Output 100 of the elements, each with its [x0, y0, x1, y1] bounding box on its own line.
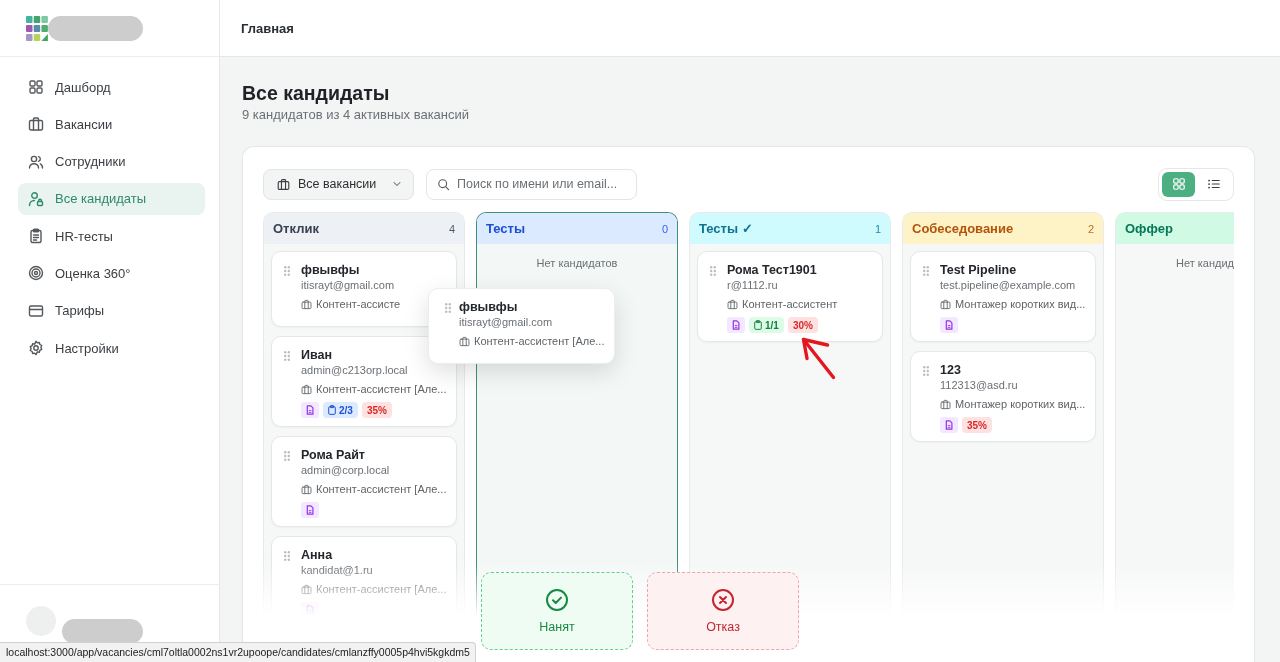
- vacancy-filter-dropdown[interactable]: Все вакансии: [263, 168, 414, 200]
- score-badge: 35%: [962, 417, 992, 433]
- candidate-name: Рома Тест1901: [727, 262, 818, 278]
- candidate-name: Анна: [301, 547, 334, 563]
- dashboard-icon: [28, 79, 44, 95]
- candidate-card[interactable]: Test Pipeline test.pipeline@example.com Монтажер коротких вид...: [910, 251, 1096, 342]
- search-icon: [437, 177, 450, 191]
- check-circle-icon: [545, 587, 569, 612]
- column-title: Тесты: [486, 221, 526, 236]
- column-count: 0: [661, 222, 668, 235]
- page-subtitle: 9 кандидатов из 4 активных вакансий: [242, 107, 471, 123]
- logo-icon: [26, 15, 48, 41]
- column-title: Собеседование: [912, 221, 1014, 236]
- briefcase-icon: [727, 298, 738, 310]
- column-title: Тесты ✓: [699, 221, 753, 236]
- vacancy-name: Монтажер коротких вид...: [955, 297, 1086, 311]
- drag-handle-icon: [284, 351, 290, 361]
- sidebar-item[interactable]: HR-тесты: [18, 220, 205, 253]
- empty-column-text: Нет кандидатов: [535, 256, 619, 270]
- candidate-name: 123: [940, 362, 962, 378]
- drop-zone-label: Нанят: [539, 619, 575, 635]
- document-icon: [940, 417, 958, 433]
- column-title: Отклик: [273, 221, 319, 236]
- briefcase-icon: [459, 335, 470, 347]
- drag-handle-icon: [284, 451, 290, 461]
- clipboard-icon: [328, 405, 336, 415]
- sidebar-item[interactable]: Дашборд: [18, 71, 205, 103]
- briefcase-icon: [28, 116, 44, 133]
- candidate-name: фвывфы: [459, 299, 519, 315]
- status-bar-url: localhost:3000/app/vacancies/cml7oltla0002ns1vr2upoope/candidates/cmlanzffy0005p4hvi5kgkdm5: [0, 642, 476, 662]
- candidate-email: itisrayt@gmail.com: [301, 278, 396, 292]
- vacancy-name: Контент-ассистент [Але...: [474, 334, 605, 348]
- briefcase-icon: [940, 298, 951, 310]
- user-icon: [28, 190, 44, 207]
- credit-card-icon: [28, 302, 44, 319]
- candidate-card[interactable]: 123 112313@asd.ru Монтажер коротких вид... 35%: [910, 351, 1096, 442]
- annotation-arrow: [801, 337, 836, 380]
- candidate-card[interactable]: Рома Райт admin@corp.local Контент-ассистент [Але...: [271, 436, 457, 527]
- users-icon: [28, 153, 44, 170]
- tests-count: 2/3: [339, 404, 353, 416]
- sidebar-item[interactable]: Все кандидаты: [18, 182, 205, 215]
- page-title: Все кандидаты: [242, 81, 391, 105]
- breadcrumb: Главная: [241, 20, 294, 36]
- score-badge: 35%: [361, 402, 392, 418]
- document-icon: [301, 502, 319, 518]
- candidate-card[interactable]: фвывфы itisrayt@gmail.com Контент-ассисте: [271, 251, 457, 327]
- grid-icon: [1171, 177, 1186, 191]
- clipboard-icon: [754, 320, 762, 330]
- drag-handle-icon: [284, 266, 290, 276]
- briefcase-icon: [277, 177, 290, 191]
- search-field[interactable]: Поиск по имени или email...: [426, 168, 637, 200]
- sidebar-item[interactable]: Вакансии: [18, 108, 205, 141]
- column-count: 4: [448, 222, 455, 235]
- hired-drop-zone[interactable]: Нанят: [481, 572, 633, 650]
- candidate-email: admin@c213orp.local: [301, 363, 409, 377]
- sidebar-item[interactable]: Сотрудники: [18, 145, 205, 178]
- score-badge: 30%: [787, 317, 818, 333]
- vacancy-name: Контент-ассистент: [742, 297, 838, 311]
- search-input[interactable]: Поиск по имени или email...: [457, 175, 630, 193]
- rejected-drop-zone[interactable]: Отказ: [647, 572, 799, 650]
- drag-handle-icon: [445, 303, 451, 313]
- briefcase-icon: [301, 383, 312, 395]
- vacancy-name: Контент-ассистент [Але...: [316, 482, 447, 496]
- drop-zone-label: Отказ: [706, 619, 740, 635]
- sidebar-item[interactable]: Настройки: [18, 332, 205, 365]
- column-count: 2: [1087, 222, 1094, 235]
- candidate-email: r@1112.ru: [727, 278, 779, 292]
- column-count: 1: [874, 222, 881, 235]
- vacancy-name: Контент-ассистент [Але...: [316, 382, 447, 396]
- candidate-email: test.pipeline@example.com: [940, 278, 1077, 292]
- sidebar-item[interactable]: Тарифы: [18, 294, 205, 327]
- candidate-email: 112313@asd.ru: [940, 378, 1019, 392]
- document-icon: [940, 317, 958, 333]
- dragged-card-overlay[interactable]: фвывфы itisrayt@gmail.com Контент-ассистент [Але...: [428, 288, 615, 364]
- candidate-name: Иван: [301, 347, 333, 363]
- briefcase-icon: [301, 583, 312, 595]
- candidate-name: фвывфы: [301, 262, 361, 278]
- document-icon: [301, 402, 319, 418]
- vacancy-name: Монтажер коротких вид...: [955, 397, 1086, 411]
- briefcase-icon: [940, 398, 951, 410]
- candidate-email: kandidat@1.ru: [301, 563, 374, 577]
- document-icon: [727, 317, 745, 333]
- clipboard-icon: [28, 228, 44, 245]
- drag-handle-icon: [923, 266, 929, 276]
- grid-view-button[interactable]: [1162, 171, 1195, 197]
- column-title: Оффер: [1125, 221, 1173, 236]
- list-icon: [1206, 177, 1221, 191]
- vacancy-name: Контент-ассисте: [316, 297, 401, 311]
- sidebar-item[interactable]: Оценка 360°: [18, 257, 205, 290]
- briefcase-icon: [301, 298, 312, 310]
- candidate-card[interactable]: Иван admin@c213orp.local Контент-ассистент [Але... 2/3 35%: [271, 336, 457, 427]
- candidate-card[interactable]: Рома Тест1901 r@1112.ru Контент-ассистент 1/1 30%: [697, 251, 883, 342]
- vacancy-name: Контент-ассистент [Але...: [316, 582, 447, 596]
- tests-count: 1/1: [765, 319, 779, 331]
- candidate-email: itisrayt@gmail.com: [459, 315, 554, 329]
- drag-handle-icon: [923, 366, 929, 376]
- briefcase-icon: [301, 483, 312, 495]
- x-circle-icon: [711, 587, 735, 612]
- candidate-email: admin@corp.local: [301, 463, 391, 477]
- drag-handle-icon: [710, 266, 716, 276]
